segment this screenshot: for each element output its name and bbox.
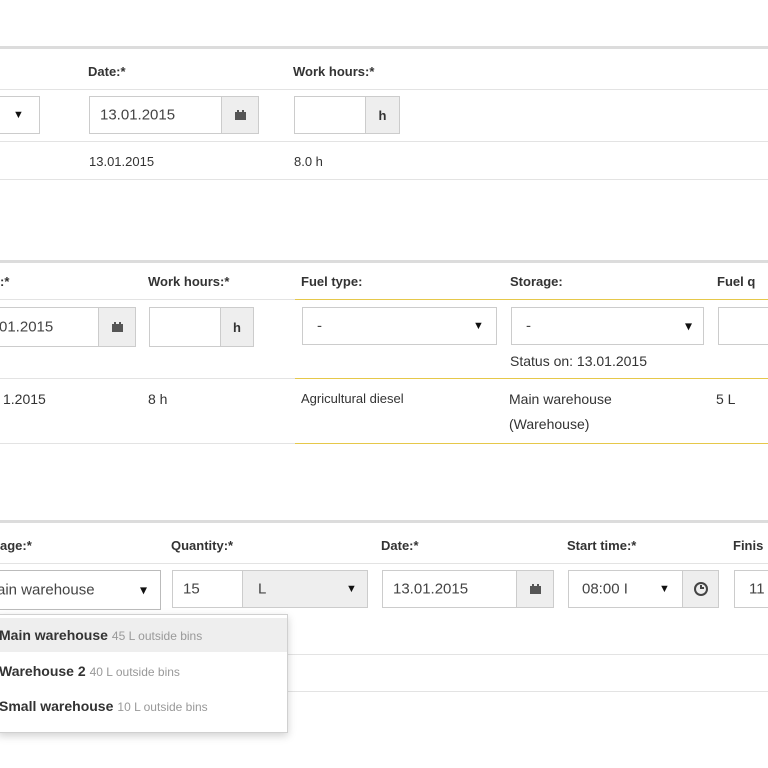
dropdown-item-warehouse-2[interactable]: Warehouse 2 40 L outside bins bbox=[0, 654, 287, 688]
section3-storage-header: age:* bbox=[0, 538, 32, 553]
section2-fuel-type-select[interactable]: - ▼ bbox=[302, 307, 497, 345]
section2-fuel-highlight-bottom bbox=[295, 443, 768, 444]
section3-quantity-input[interactable]: 15 bbox=[172, 570, 243, 608]
section2-row-fuel-type: Agricultural diesel bbox=[301, 391, 404, 406]
dropdown-item-name: Warehouse 2 bbox=[0, 663, 86, 679]
dropdown-item-name: Small warehouse bbox=[0, 698, 114, 714]
section2-row-date: 1.2015 bbox=[3, 391, 46, 407]
section3-start-time-input[interactable]: 08:00 I ▼ bbox=[568, 570, 683, 608]
section3-date-header: Date:* bbox=[381, 538, 419, 553]
section3-finish-time-input[interactable]: 11 bbox=[734, 570, 768, 608]
section2-date-header: :* bbox=[0, 274, 10, 289]
caret-down-icon: ▼ bbox=[346, 583, 357, 595]
section2-storage-status: Status on: 13.01.2015 bbox=[510, 353, 647, 369]
clock-icon bbox=[693, 582, 708, 596]
section2-hours-input[interactable] bbox=[149, 307, 221, 347]
section1-header-divider bbox=[0, 89, 768, 90]
section2-date-input[interactable]: 01.2015 bbox=[0, 307, 99, 347]
section1-hours-unit: h bbox=[365, 96, 400, 134]
section2-header-divider bbox=[0, 299, 295, 300]
section3-top-border bbox=[0, 520, 768, 523]
section3-quantity-header: Quantity:* bbox=[171, 538, 234, 553]
section1-hours-input[interactable] bbox=[294, 96, 366, 134]
section1-work-hours-header: Work hours:* bbox=[293, 64, 375, 79]
section2-hours-unit: h bbox=[220, 307, 254, 347]
section2-fuel-highlight-top bbox=[295, 299, 768, 300]
section3-unit-select[interactable]: L ▼ bbox=[242, 570, 368, 608]
section2-row-storage-line1: Main warehouse bbox=[509, 391, 612, 407]
section2-storage-header: Storage: bbox=[510, 274, 563, 289]
section1-date-input[interactable]: 13.01.2015 bbox=[89, 96, 222, 134]
section3-calendar-button[interactable] bbox=[516, 570, 554, 608]
storage-dropdown-menu: Main warehouse 45 L outside bins Warehous… bbox=[0, 614, 288, 733]
dropdown-item-small-warehouse[interactable]: Small warehouse 10 L outside bins bbox=[0, 689, 287, 723]
section2-row-quantity: 5 L bbox=[716, 391, 736, 407]
section1-top-border bbox=[0, 46, 768, 49]
section1-row-hours: 8.0 h bbox=[294, 154, 323, 169]
section1-row-date: 13.01.2015 bbox=[89, 154, 155, 169]
caret-down-icon: ▾ bbox=[685, 317, 693, 334]
caret-down-icon: ▾ bbox=[140, 581, 148, 598]
section2-fuel-type-header: Fuel type: bbox=[301, 274, 363, 289]
section2-fuel-highlight-mid bbox=[295, 378, 768, 379]
caret-down-icon: ▼ bbox=[473, 320, 484, 332]
dropdown-item-stock: 45 L outside bins bbox=[111, 629, 203, 643]
section2-input-divider bbox=[0, 378, 295, 379]
section3-start-time-header: Start time:* bbox=[567, 538, 637, 553]
dropdown-item-main-warehouse[interactable]: Main warehouse 45 L outside bins bbox=[0, 618, 287, 652]
section2-fuel-quantity-header: Fuel q bbox=[717, 274, 756, 289]
section2-fuel-quantity-input[interactable] bbox=[718, 307, 768, 345]
section2-bottom-divider bbox=[0, 443, 295, 444]
section1-bottom-divider bbox=[0, 179, 768, 180]
section3-finish-time-header: Finis bbox=[733, 538, 764, 553]
calendar-icon bbox=[529, 584, 541, 594]
section1-input-divider bbox=[0, 141, 768, 142]
section2-storage-select[interactable]: - ▾ bbox=[511, 307, 704, 345]
section1-calendar-button[interactable] bbox=[221, 96, 259, 134]
section2-work-hours-header: Work hours:* bbox=[148, 274, 230, 289]
dropdown-item-name: Main warehouse bbox=[0, 627, 108, 643]
section3-header-divider bbox=[0, 563, 768, 564]
section2-row-storage-line2: (Warehouse) bbox=[509, 416, 590, 432]
calendar-icon bbox=[111, 322, 123, 332]
section3-storage-select[interactable]: ain warehouse ▾ bbox=[0, 570, 161, 610]
caret-down-icon: ▼ bbox=[659, 583, 670, 595]
dropdown-item-stock: 40 L outside bins bbox=[89, 665, 180, 679]
calendar-icon bbox=[234, 110, 246, 120]
section3-date-input[interactable]: 13.01.2015 bbox=[382, 570, 517, 608]
section2-row-hours: 8 h bbox=[148, 391, 168, 407]
section2-calendar-button[interactable] bbox=[98, 307, 136, 347]
caret-down-icon: ▼ bbox=[13, 109, 24, 121]
section1-date-header: Date:* bbox=[88, 64, 126, 79]
section3-clock-button[interactable] bbox=[682, 570, 719, 608]
section2-top-border bbox=[0, 260, 768, 263]
section1-left-select[interactable]: ▼ bbox=[0, 96, 40, 134]
dropdown-item-stock: 10 L outside bins bbox=[117, 700, 208, 714]
